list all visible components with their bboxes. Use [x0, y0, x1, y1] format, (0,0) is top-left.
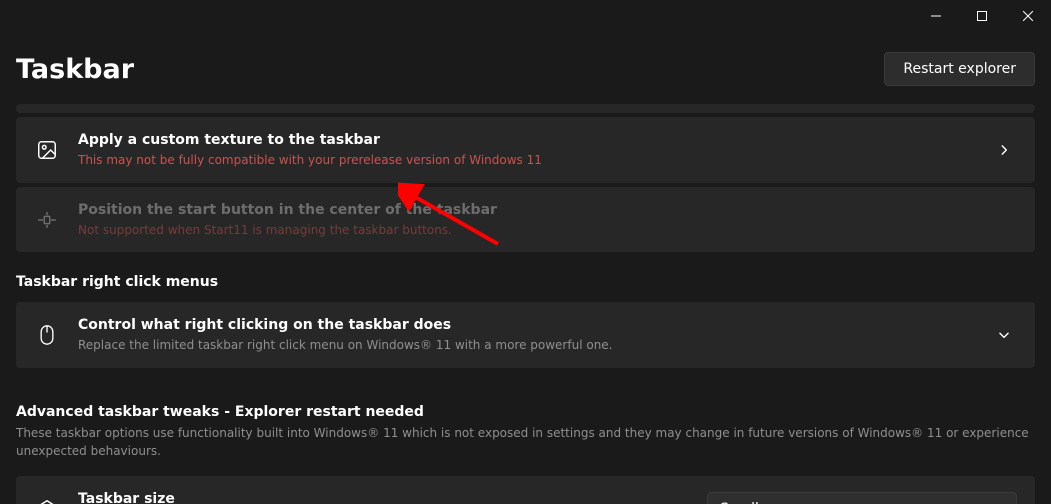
setting-card-center-start: Position the start button in the center …	[16, 187, 1035, 253]
section-description-advanced: These taskbar options use functionality …	[16, 424, 1035, 460]
page-title: Taskbar	[16, 54, 134, 85]
page-header: Taskbar Restart explorer	[16, 52, 1035, 86]
setting-card-custom-texture[interactable]: Apply a custom texture to the taskbar Th…	[16, 117, 1035, 183]
card-text: Control what right clicking on the taskb…	[78, 316, 973, 354]
center-align-icon	[34, 209, 60, 231]
card-text: Apply a custom texture to the taskbar Th…	[78, 131, 973, 169]
section-title-advanced: Advanced taskbar tweaks - Explorer resta…	[16, 404, 1035, 420]
card-title: Apply a custom texture to the taskbar	[78, 131, 973, 150]
page-content: Taskbar Restart explorer Apply a custom …	[0, 52, 1051, 504]
card-subtitle: Replace the limited taskbar right click …	[78, 337, 973, 354]
close-button[interactable]	[1005, 0, 1051, 32]
image-icon	[34, 139, 60, 161]
card-text: Taskbar size Be aware this feature requi…	[78, 490, 689, 504]
card-title: Taskbar size	[78, 490, 689, 504]
card-warning: Not supported when Start11 is managing t…	[78, 222, 1017, 239]
size-icon	[34, 498, 60, 504]
card-title: Position the start button in the center …	[78, 201, 1017, 220]
collapsed-card-edge	[16, 104, 1035, 113]
minimize-icon	[931, 11, 941, 21]
taskbar-size-select[interactable]: Small	[707, 492, 1017, 504]
card-warning: This may not be fully compatible with yo…	[78, 152, 973, 169]
setting-card-taskbar-size[interactable]: Taskbar size Be aware this feature requi…	[16, 476, 1035, 504]
chevron-right-icon	[991, 143, 1017, 157]
card-text: Position the start button in the center …	[78, 201, 1017, 239]
restart-explorer-button[interactable]: Restart explorer	[884, 52, 1035, 86]
minimize-button[interactable]	[913, 0, 959, 32]
maximize-icon	[977, 11, 987, 21]
mouse-icon	[34, 324, 60, 346]
card-title: Control what right clicking on the taskb…	[78, 316, 973, 335]
close-icon	[1023, 11, 1033, 21]
window-titlebar	[0, 0, 1051, 32]
setting-card-right-click[interactable]: Control what right clicking on the taskb…	[16, 302, 1035, 368]
chevron-down-icon	[991, 328, 1017, 342]
maximize-button[interactable]	[959, 0, 1005, 32]
section-title-rightclick: Taskbar right click menus	[16, 274, 1035, 290]
